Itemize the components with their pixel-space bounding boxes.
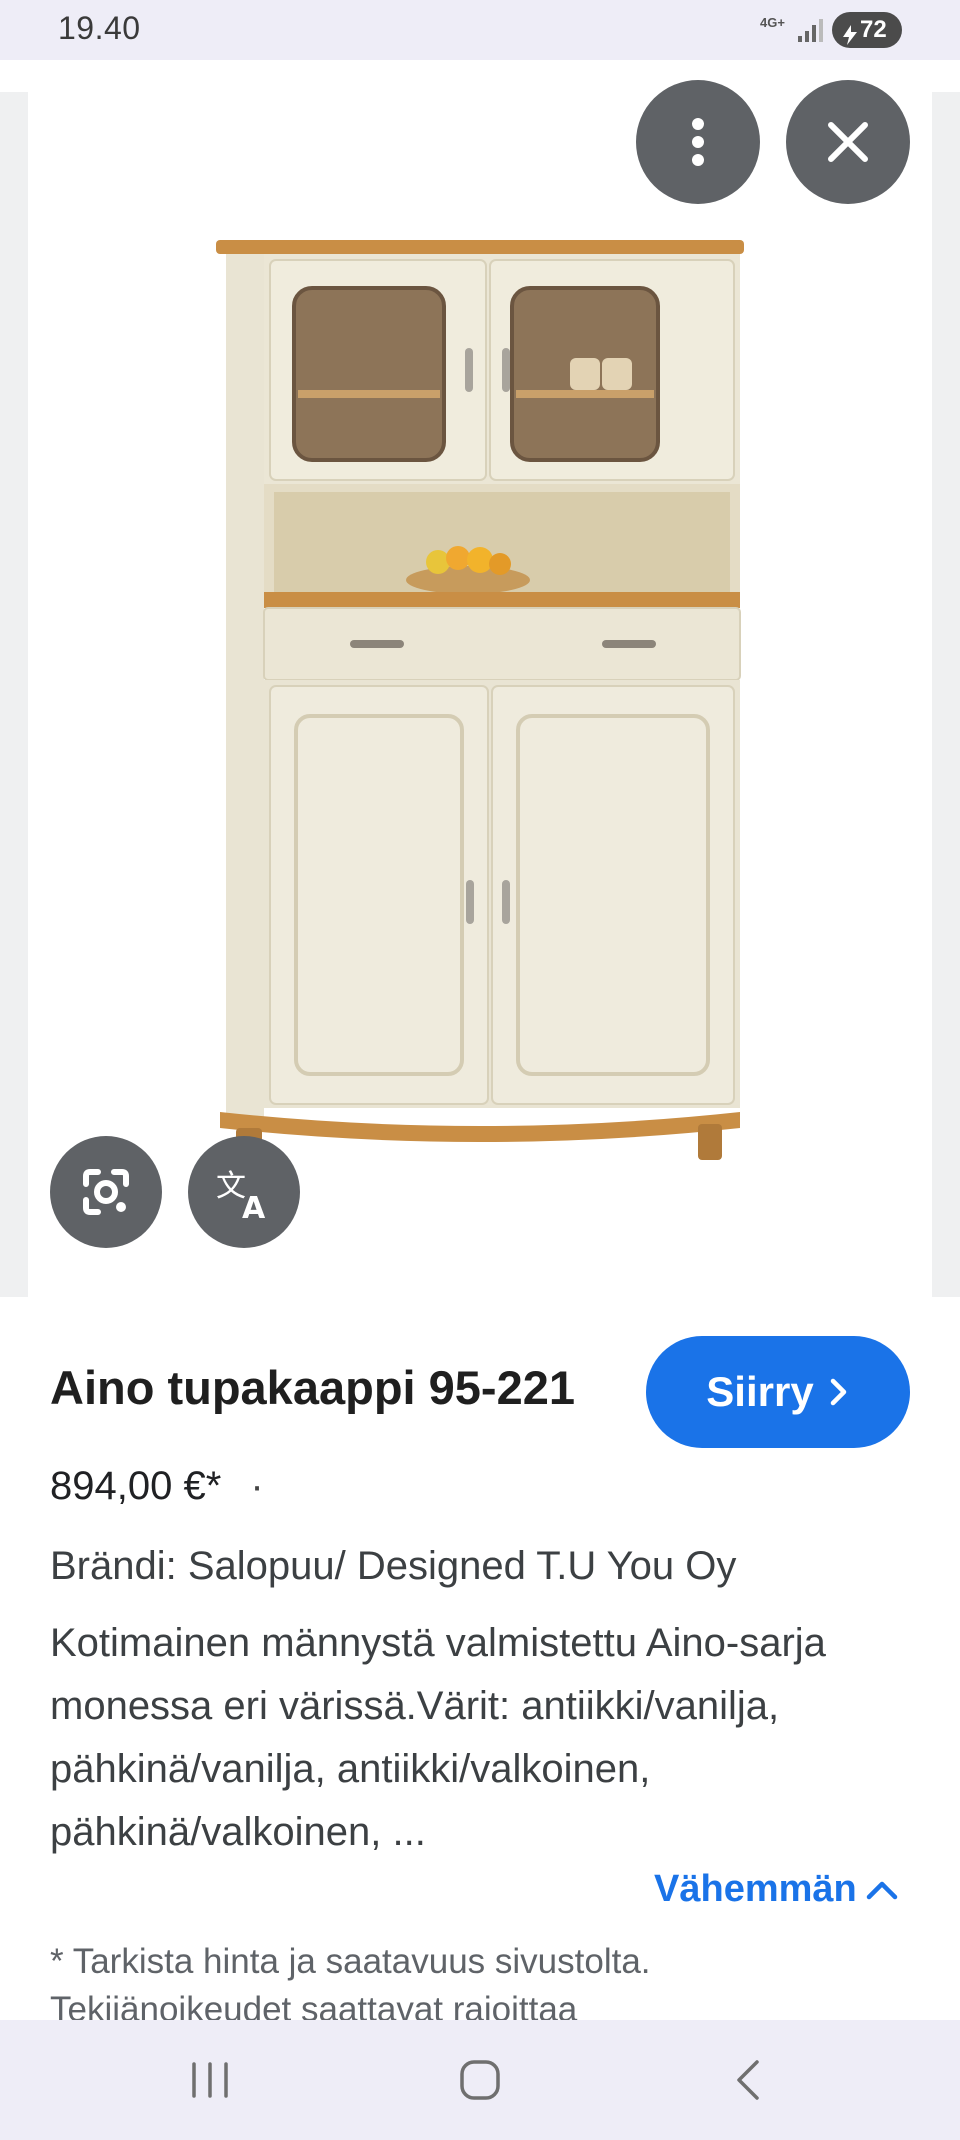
image-viewer: 文 A: [0, 60, 960, 1297]
network-indicator: 4G+: [760, 15, 785, 30]
system-navigation-bar: [0, 2020, 960, 2140]
charging-icon: [842, 20, 858, 56]
chevron-right-icon: [830, 1378, 846, 1406]
lens-search-button[interactable]: [50, 1136, 162, 1248]
translate-icon: 文 A: [216, 1169, 266, 1224]
product-description: Kotimainen männystä valmistettu Aino-sar…: [50, 1621, 826, 1854]
show-less-label: Vähemmän: [654, 1868, 857, 1910]
product-title: Aino tupakaappi 95-221: [50, 1361, 575, 1414]
close-icon: [828, 122, 868, 162]
show-less-link[interactable]: Vähemmän: [654, 1868, 899, 1911]
visit-site-button[interactable]: Siirry: [646, 1336, 910, 1448]
google-lens-icon: [83, 1169, 129, 1215]
status-bar: 19.40 4G+ 72: [0, 0, 960, 60]
svg-text:A: A: [242, 1191, 266, 1224]
translate-button[interactable]: 文 A: [188, 1136, 300, 1248]
recent-apps-button[interactable]: [150, 2020, 270, 2140]
battery-indicator: 72: [832, 12, 902, 48]
more-vert-icon: [692, 118, 704, 166]
close-button[interactable]: [786, 80, 910, 204]
back-button[interactable]: [688, 2020, 808, 2140]
price-disclaimer: * Tarkista hinta ja saatavuus sivustolta…: [50, 1942, 651, 2020]
visit-site-label: Siirry: [706, 1368, 814, 1415]
price-separator: ·: [250, 1464, 264, 1508]
status-time: 19.40: [58, 10, 141, 46]
recent-apps-icon: [192, 2062, 228, 2098]
more-options-button[interactable]: [636, 80, 760, 204]
price-line: 894,00 €* ·: [50, 1464, 264, 1509]
battery-level: 72: [860, 16, 887, 43]
next-image-peek[interactable]: [932, 92, 960, 1297]
product-image[interactable]: [200, 240, 760, 1280]
home-button[interactable]: [420, 2020, 540, 2140]
chevron-up-icon: [866, 1881, 897, 1899]
brand-info: Brändi: Salopuu/ Designed T.U You Oy: [50, 1544, 737, 1588]
home-icon: [460, 2060, 500, 2100]
back-icon: [737, 2060, 759, 2100]
previous-image-peek[interactable]: [0, 92, 28, 1297]
signal-icon: [796, 16, 824, 49]
price: 894,00 €*: [50, 1464, 222, 1508]
